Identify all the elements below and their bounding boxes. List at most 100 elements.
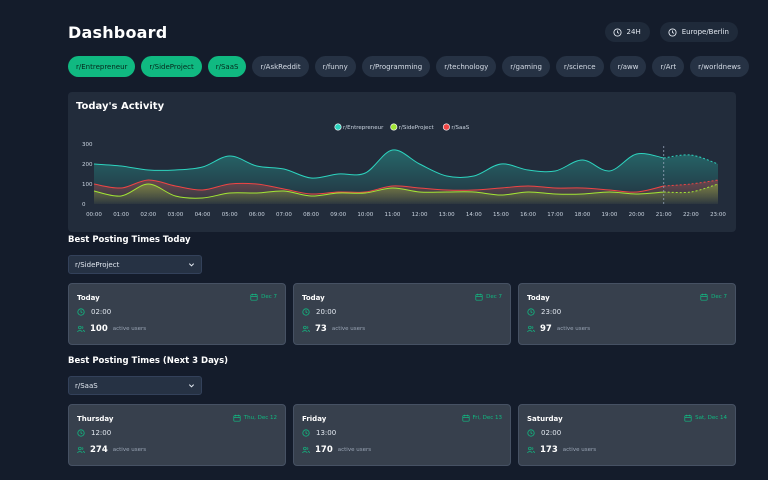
legend-label: r/Entrepreneur: [343, 125, 384, 131]
active-users-count: 97: [540, 324, 552, 334]
posting-time-card[interactable]: Today Dec 7 20:00 73 active users: [293, 283, 511, 345]
active-users-label: active users: [112, 447, 147, 453]
clock-icon: [612, 27, 622, 37]
active-users-count: 274: [90, 445, 108, 455]
legend-swatch: [334, 123, 342, 131]
x-tick-label: 19:00: [602, 212, 618, 218]
tab-subreddit[interactable]: r/Programming: [361, 56, 431, 77]
best-today-subreddit-select[interactable]: r/SideProject: [68, 255, 202, 274]
users-icon: [77, 325, 85, 333]
legend-label: r/SaaS: [451, 125, 469, 131]
card-active-users: 170 active users: [302, 445, 371, 455]
card-date-label: Dec 7: [486, 294, 502, 300]
active-users-count: 100: [90, 324, 108, 334]
card-time: 23:00: [527, 308, 561, 316]
card-time: 02:00: [527, 429, 561, 437]
tab-subreddit[interactable]: r/technology: [436, 56, 497, 77]
tab-subreddit[interactable]: r/SaaS: [207, 56, 247, 77]
tab-subreddit[interactable]: r/Art: [652, 56, 685, 77]
card-active-users: 274 active users: [77, 445, 146, 455]
clock-icon: [77, 429, 85, 437]
tab-subreddit[interactable]: r/gaming: [502, 56, 550, 77]
card-time: 12:00: [77, 429, 111, 437]
calendar-icon: [250, 293, 258, 301]
card-time: 20:00: [302, 308, 336, 316]
calendar-icon: [233, 414, 241, 422]
clock-icon: [527, 308, 535, 316]
users-icon: [527, 446, 535, 454]
clock-icon: [527, 429, 535, 437]
x-tick-label: 14:00: [466, 212, 482, 218]
posting-time-card[interactable]: Today Dec 7 23:00 97 active users: [518, 283, 736, 345]
x-tick-label: 10:00: [357, 212, 373, 218]
users-icon: [77, 446, 85, 454]
x-tick-label: 02:00: [140, 212, 156, 218]
best-next-subreddit-select[interactable]: r/SaaS: [68, 376, 202, 395]
card-active-users: 97 active users: [527, 324, 590, 334]
y-tick-label: 0: [82, 202, 86, 208]
x-tick-label: 20:00: [629, 212, 645, 218]
x-tick-label: 01:00: [113, 212, 129, 218]
chevron-down-icon: [188, 263, 195, 267]
x-tick-label: 04:00: [195, 212, 211, 218]
card-date-label: Thu, Dec 12: [243, 415, 277, 421]
card-day: Saturday: [527, 415, 563, 423]
posting-time-card[interactable]: Saturday Sat, Dec 14 02:00 173 active users: [518, 404, 736, 466]
subreddit-tabs: r/Entrepreneur r/SideProject r/SaaS r/AskRe…: [68, 56, 768, 78]
tab-subreddit[interactable]: r/aww: [609, 56, 647, 77]
active-users-label: active users: [562, 447, 597, 453]
tab-subreddit[interactable]: r/worldnews: [690, 56, 749, 77]
card-day: Today: [77, 294, 100, 302]
active-users-label: active users: [331, 326, 366, 332]
calendar-icon: [700, 293, 708, 301]
tab-subreddit[interactable]: r/funny: [314, 56, 356, 77]
x-tick-label: 12:00: [412, 212, 428, 218]
card-date: Dec 7: [250, 293, 277, 301]
tab-subreddit[interactable]: r/AskReddit: [252, 56, 309, 77]
x-tick-label: 22:00: [683, 212, 699, 218]
tab-subreddit[interactable]: r/Entrepreneur: [68, 56, 136, 77]
legend-swatch: [442, 123, 450, 131]
card-date-label: Sat, Dec 14: [695, 415, 727, 421]
x-tick-label: 09:00: [330, 212, 346, 218]
card-day: Thursday: [77, 415, 114, 423]
card-date: Dec 7: [475, 293, 502, 301]
page-title: Dashboard: [68, 22, 168, 42]
y-tick-label: 200: [82, 162, 93, 168]
card-time-label: 23:00: [541, 308, 562, 316]
chevron-down-icon: [188, 384, 195, 388]
best-next-cards: Thursday Thu, Dec 12 12:00 274 active users F…: [68, 404, 737, 466]
posting-time-card[interactable]: Thursday Thu, Dec 12 12:00 274 active users: [68, 404, 286, 466]
card-date: Sat, Dec 14: [684, 414, 727, 422]
x-tick-label: 03:00: [167, 212, 183, 218]
active-users-count: 170: [315, 445, 333, 455]
x-tick-label: 13:00: [439, 212, 455, 218]
header: Dashboard 24H Europe/Berlin: [68, 20, 738, 44]
card-date: Thu, Dec 12: [233, 414, 277, 422]
legend-label: r/SideProject: [399, 125, 435, 131]
card-time-label: 02:00: [541, 429, 562, 437]
card-day: Today: [527, 294, 550, 302]
best-next-selected: r/SaaS: [75, 381, 98, 390]
active-users-label: active users: [112, 326, 147, 332]
card-time: 13:00: [302, 429, 336, 437]
x-tick-label: 11:00: [385, 212, 401, 218]
tab-subreddit[interactable]: r/science: [555, 56, 604, 77]
timezone-button[interactable]: Europe/Berlin: [659, 22, 738, 42]
posting-time-card[interactable]: Today Dec 7 02:00 100 active users: [68, 283, 286, 345]
clock-icon: [302, 429, 310, 437]
x-tick-label: 16:00: [520, 212, 536, 218]
card-time: 02:00: [77, 308, 111, 316]
x-tick-label: 15:00: [493, 212, 509, 218]
calendar-icon: [461, 414, 470, 422]
best-today-title: Best Posting Times Today: [68, 235, 191, 245]
card-active-users: 173 active users: [527, 445, 596, 455]
card-time-label: 20:00: [316, 308, 337, 316]
best-today-cards: Today Dec 7 02:00 100 active users Today Dec 7…: [68, 283, 737, 345]
time-range-button[interactable]: 24H: [604, 22, 650, 42]
x-tick-label: 07:00: [276, 212, 292, 218]
tab-subreddit[interactable]: r/SideProject: [141, 56, 202, 77]
x-tick-label: 08:00: [303, 212, 319, 218]
clock-icon: [77, 308, 85, 316]
posting-time-card[interactable]: Friday Fri, Dec 13 13:00 170 active users: [293, 404, 511, 466]
